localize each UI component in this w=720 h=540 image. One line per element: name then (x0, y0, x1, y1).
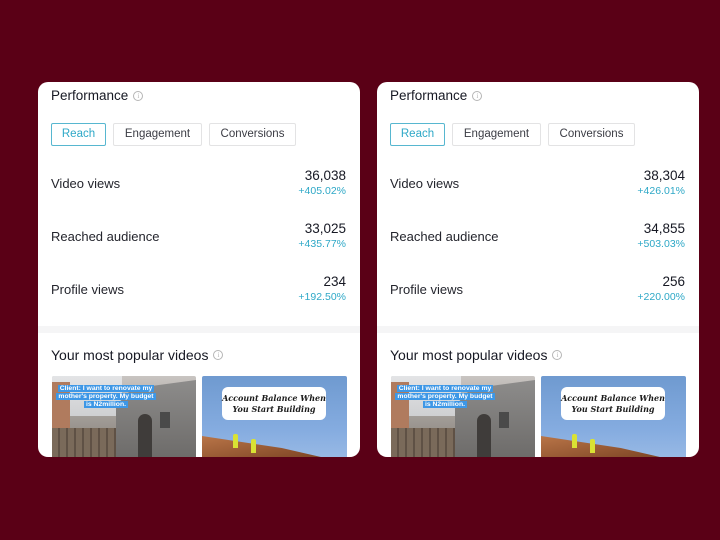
video-caption: Account Balance When You Start Building (561, 387, 665, 420)
thumbnail-worker (572, 434, 577, 448)
metric-change: +220.00% (637, 291, 685, 303)
thumbnail-worker (233, 434, 238, 448)
video-thumbnail[interactable]: Account Balance When You Start Building (541, 376, 686, 457)
section-divider (38, 326, 360, 333)
metric-change: +503.03% (637, 238, 685, 250)
analytics-card-left: Performance i Reach Engagement Conversio… (38, 82, 360, 457)
thumbnail-fence (52, 428, 116, 457)
metric-value: 256 (662, 274, 685, 289)
metric-change: +405.02% (298, 185, 346, 197)
video-thumbnail[interactable]: Client: I want to renovate my mother's p… (52, 376, 196, 457)
analytics-card-right: Performance i Reach Engagement Conversio… (377, 82, 699, 457)
metric-label: Reached audience (51, 229, 160, 244)
popular-videos-header: Your most popular videos i (51, 347, 224, 363)
thumbnail-worker (590, 439, 595, 453)
video-caption: Account Balance When You Start Building (222, 387, 326, 420)
tab-reach[interactable]: Reach (390, 123, 445, 146)
performance-title: Performance (390, 88, 468, 103)
metric-value: 34,855 (643, 221, 685, 236)
performance-tabs: Reach Engagement Conversions (51, 123, 296, 146)
video-caption: Client: I want to renovate my mother's p… (393, 385, 497, 409)
metric-change: +192.50% (298, 291, 346, 303)
popular-videos-title: Your most popular videos (390, 347, 548, 363)
metric-label: Video views (390, 176, 460, 191)
video-thumbnail[interactable]: Account Balance When You Start Building (202, 376, 347, 457)
tab-conversions[interactable]: Conversions (209, 123, 296, 146)
info-icon[interactable]: i (552, 350, 563, 360)
tab-engagement[interactable]: Engagement (113, 123, 202, 146)
tab-engagement[interactable]: Engagement (452, 123, 541, 146)
video-caption-text: Client: I want to renovate my mother's p… (56, 385, 156, 408)
metric-row-reached-audience: Reached audience 33,025 +435.77% (51, 219, 346, 259)
info-icon[interactable]: i (472, 90, 483, 101)
thumbnail-window (160, 412, 170, 428)
metric-label: Video views (51, 176, 121, 191)
popular-videos-title: Your most popular videos (51, 347, 209, 363)
performance-title: Performance (51, 88, 129, 103)
metric-value: 33,025 (304, 221, 346, 236)
thumbnail-worker (251, 439, 256, 453)
metric-change: +426.01% (637, 185, 685, 197)
popular-videos-header: Your most popular videos i (390, 347, 563, 363)
metric-label: Profile views (390, 282, 463, 297)
info-icon[interactable]: i (213, 350, 224, 360)
metric-value: 38,304 (643, 168, 685, 183)
info-icon[interactable]: i (133, 90, 144, 101)
performance-tabs: Reach Engagement Conversions (390, 123, 635, 146)
video-caption-text: Client: I want to renovate my mother's p… (395, 385, 495, 408)
metric-row-reached-audience: Reached audience 34,855 +503.03% (390, 219, 685, 259)
metric-change: +435.77% (298, 238, 346, 250)
metric-label: Reached audience (390, 229, 499, 244)
video-thumbnail[interactable]: Client: I want to renovate my mother's p… (391, 376, 535, 457)
metric-value: 36,038 (304, 168, 346, 183)
metric-row-profile-views: Profile views 256 +220.00% (390, 272, 685, 312)
metric-row-video-views: Video views 38,304 +426.01% (390, 166, 685, 206)
video-caption: Client: I want to renovate my mother's p… (54, 385, 158, 409)
section-divider (377, 326, 699, 333)
performance-header: Performance i (390, 88, 483, 103)
performance-header: Performance i (51, 88, 144, 103)
thumbnail-fence (391, 428, 455, 457)
thumbnail-arch (477, 414, 491, 457)
thumbnail-arch (138, 414, 152, 457)
metric-value: 234 (323, 274, 346, 289)
thumbnail-window (499, 412, 509, 428)
metric-row-video-views: Video views 36,038 +405.02% (51, 166, 346, 206)
metric-label: Profile views (51, 282, 124, 297)
tab-reach[interactable]: Reach (51, 123, 106, 146)
tab-conversions[interactable]: Conversions (548, 123, 635, 146)
metric-row-profile-views: Profile views 234 +192.50% (51, 272, 346, 312)
